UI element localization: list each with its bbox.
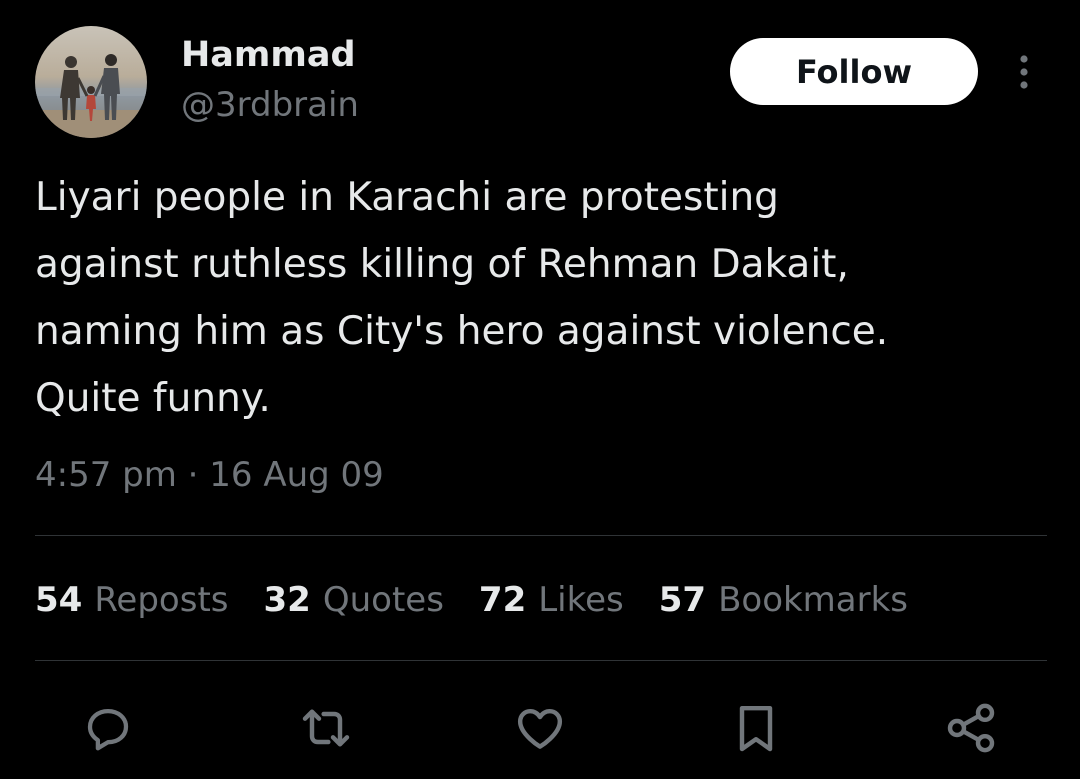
stat-label: Likes: [538, 580, 624, 620]
avatar-photo-icon: [35, 26, 147, 138]
stat-bookmarks[interactable]: 57 Bookmarks: [659, 580, 908, 620]
stat-quotes[interactable]: 32 Quotes: [264, 580, 444, 620]
more-options-button[interactable]: [1005, 50, 1043, 94]
like-icon: [517, 708, 563, 749]
stat-count: 72: [478, 580, 527, 620]
reply-icon: [87, 708, 129, 751]
author-display-name[interactable]: Hammad: [181, 34, 356, 76]
bookmark-button[interactable]: [728, 700, 784, 756]
stat-likes[interactable]: 72 Likes: [479, 580, 624, 620]
stat-label: Reposts: [94, 580, 229, 620]
more-vertical-icon: [1020, 55, 1028, 89]
engagement-stats: 54 Reposts 32 Quotes 72 Likes 57 Bookmar…: [35, 576, 943, 624]
stat-reposts[interactable]: 54 Reposts: [35, 580, 229, 620]
stat-label: Quotes: [322, 580, 444, 620]
stat-count: 57: [658, 580, 707, 620]
reply-button[interactable]: [80, 700, 136, 756]
author-handle[interactable]: @3rdbrain: [181, 84, 359, 126]
tweet-timestamp[interactable]: 4:57 pm · 16 Aug 09: [35, 452, 384, 498]
share-button[interactable]: [943, 700, 999, 756]
bookmark-icon: [739, 705, 773, 752]
tweet-text: Liyari people in Karachi are protesting …: [35, 175, 889, 421]
divider: [35, 660, 1047, 661]
follow-button[interactable]: Follow: [730, 38, 978, 105]
stat-label: Bookmarks: [718, 580, 909, 620]
divider: [35, 535, 1047, 536]
share-icon: [947, 703, 995, 753]
repost-button[interactable]: [298, 700, 354, 756]
like-button[interactable]: [512, 700, 568, 756]
stat-count: 32: [263, 580, 311, 620]
repost-icon: [302, 709, 350, 747]
stat-count: 54: [35, 580, 83, 620]
author-avatar[interactable]: [35, 26, 147, 138]
